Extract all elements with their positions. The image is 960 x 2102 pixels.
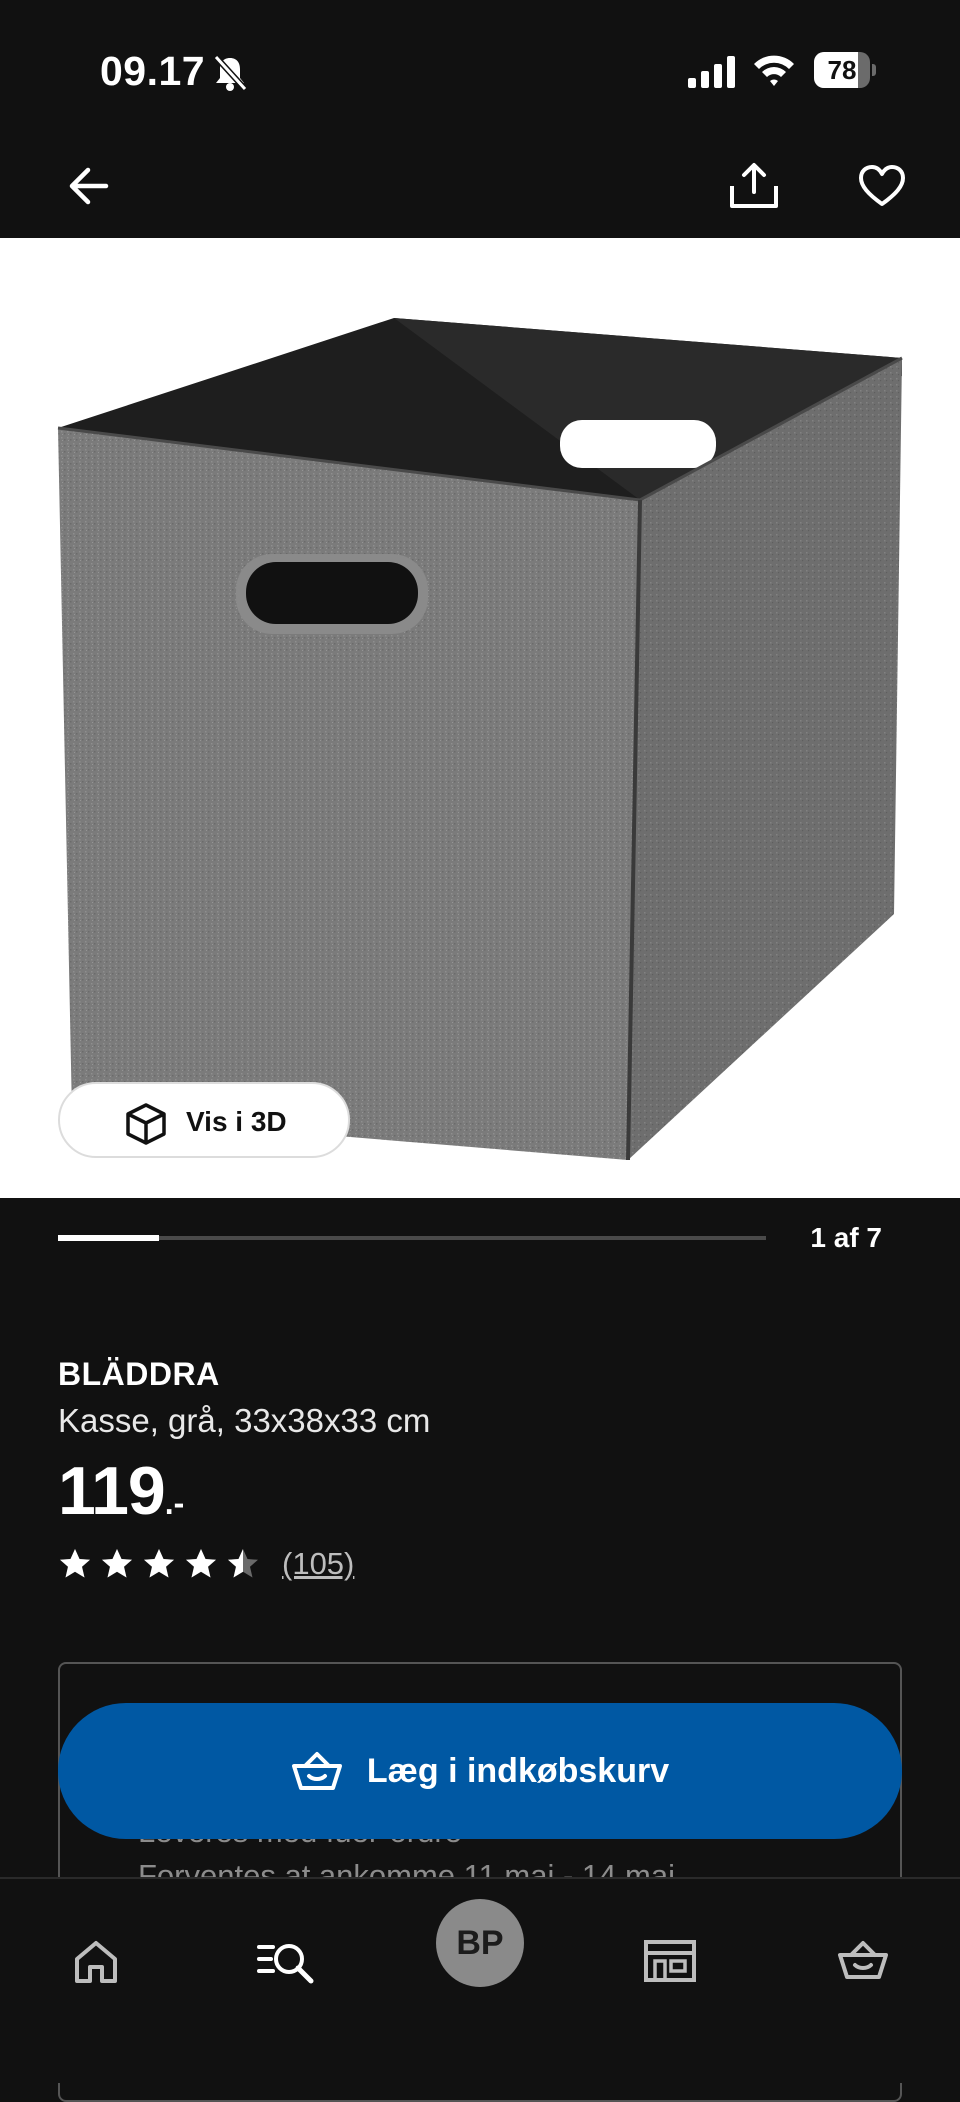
price-suffix: .- bbox=[164, 1485, 185, 1521]
add-to-cart-label: Læg i indkøbskurv bbox=[366, 1751, 670, 1790]
cellular-signal-icon bbox=[688, 56, 735, 88]
tab-profile[interactable]: BP bbox=[420, 1899, 540, 1999]
profile-avatar: BP bbox=[436, 1899, 524, 1987]
rating-stars bbox=[58, 1547, 268, 1581]
bell-muted-icon bbox=[213, 54, 248, 92]
tab-cart[interactable] bbox=[803, 1939, 923, 2039]
tab-search[interactable] bbox=[226, 1939, 346, 2039]
search-list-icon bbox=[257, 1944, 314, 1984]
basket-nav-icon bbox=[838, 1941, 888, 1979]
cube-3d-icon bbox=[126, 1103, 166, 1145]
heart-outline-icon bbox=[859, 165, 905, 206]
home-icon bbox=[75, 1941, 117, 1983]
carousel-progress-fill bbox=[58, 1235, 160, 1241]
view-3d-button[interactable]: Vis i 3D bbox=[58, 1082, 350, 1158]
star-full-icon bbox=[144, 1549, 174, 1578]
product-image-area[interactable] bbox=[0, 238, 960, 1198]
tab-store[interactable] bbox=[610, 1939, 730, 2039]
star-full-icon bbox=[186, 1549, 216, 1578]
store-icon bbox=[644, 1940, 696, 1982]
share-icon bbox=[730, 163, 778, 208]
battery-indicator: 78 bbox=[814, 52, 876, 88]
product-price: 119.- bbox=[58, 1452, 184, 1530]
back-button[interactable] bbox=[52, 150, 124, 222]
favorite-button[interactable] bbox=[846, 150, 918, 222]
carousel-counter: 1 af 7 bbox=[810, 1222, 882, 1253]
product-description: Kasse, grå, 33x38x33 cm bbox=[58, 1402, 431, 1439]
tab-home[interactable] bbox=[36, 1939, 156, 2039]
battery-level: 78 bbox=[827, 55, 857, 85]
product-name: BLÄDDRA bbox=[58, 1356, 220, 1392]
star-full-icon bbox=[60, 1549, 90, 1578]
status-time: 09.17 bbox=[100, 48, 206, 94]
share-button[interactable] bbox=[718, 150, 790, 222]
product-image bbox=[57, 318, 903, 1161]
wifi-icon bbox=[754, 55, 794, 86]
price-value: 119 bbox=[58, 1453, 166, 1529]
bottom-navigation: BP bbox=[0, 1877, 960, 2083]
review-count-link[interactable]: (105) bbox=[282, 1546, 354, 1582]
basket-icon bbox=[291, 1752, 342, 1790]
carousel-progress-track bbox=[58, 1236, 766, 1240]
arrow-left-icon bbox=[69, 167, 109, 205]
star-half-icon bbox=[228, 1549, 258, 1578]
rating-row[interactable]: (105) bbox=[58, 1544, 354, 1584]
add-to-cart-button[interactable]: Læg i indkøbskurv bbox=[58, 1703, 902, 1839]
star-full-icon bbox=[102, 1549, 132, 1578]
view-3d-label: Vis i 3D bbox=[186, 1106, 287, 1137]
